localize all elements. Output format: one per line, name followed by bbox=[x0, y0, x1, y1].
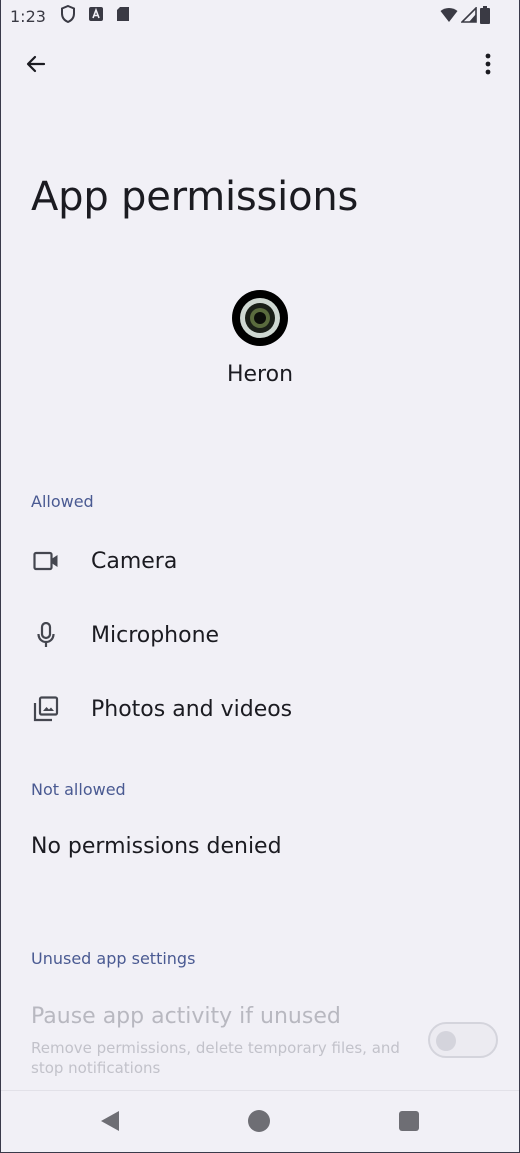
shield-icon bbox=[60, 4, 76, 27]
permission-item-camera[interactable]: Camera bbox=[0, 529, 520, 593]
more-options-button[interactable] bbox=[472, 50, 504, 82]
back-button[interactable] bbox=[20, 50, 52, 82]
camera-icon bbox=[32, 547, 60, 575]
app-bar bbox=[0, 40, 520, 90]
navigation-bar bbox=[0, 1090, 520, 1153]
nav-home-icon[interactable] bbox=[248, 1110, 270, 1132]
no-permissions-denied-text: No permissions denied bbox=[31, 834, 282, 859]
pause-app-activity-title: Pause app activity if unused bbox=[31, 1004, 341, 1029]
microphone-icon bbox=[32, 621, 60, 649]
battery-icon bbox=[480, 6, 490, 28]
sd-card-icon bbox=[116, 6, 130, 26]
section-header-allowed: Allowed bbox=[31, 492, 94, 511]
app-header: Heron bbox=[0, 290, 520, 387]
pause-app-activity-toggle[interactable] bbox=[428, 1022, 498, 1058]
app-icon bbox=[232, 290, 288, 346]
permission-label: Camera bbox=[91, 548, 178, 574]
wifi-icon bbox=[440, 7, 458, 27]
signal-icon bbox=[460, 6, 477, 27]
permission-item-photos[interactable]: Photos and videos bbox=[0, 677, 520, 741]
photos-icon bbox=[32, 695, 60, 723]
more-vert-icon bbox=[485, 53, 491, 79]
toggle-knob bbox=[436, 1031, 456, 1051]
nav-recents-icon[interactable] bbox=[399, 1111, 419, 1131]
permission-label: Photos and videos bbox=[91, 696, 293, 722]
app-name: Heron bbox=[226, 362, 294, 387]
a-icon bbox=[88, 6, 104, 26]
arrow-back-icon bbox=[24, 52, 48, 80]
permission-item-microphone[interactable]: Microphone bbox=[0, 603, 520, 667]
section-header-unused: Unused app settings bbox=[31, 949, 196, 968]
permission-label: Microphone bbox=[91, 622, 220, 648]
status-time: 1:23 bbox=[10, 6, 46, 26]
nav-back-icon[interactable] bbox=[100, 1110, 120, 1136]
section-header-not-allowed: Not allowed bbox=[31, 780, 126, 799]
pause-app-activity-subtitle: Remove permissions, delete temporary fil… bbox=[31, 1039, 400, 1077]
page-title: App permissions bbox=[31, 174, 359, 220]
status-bar: 1:23 bbox=[0, 0, 520, 32]
